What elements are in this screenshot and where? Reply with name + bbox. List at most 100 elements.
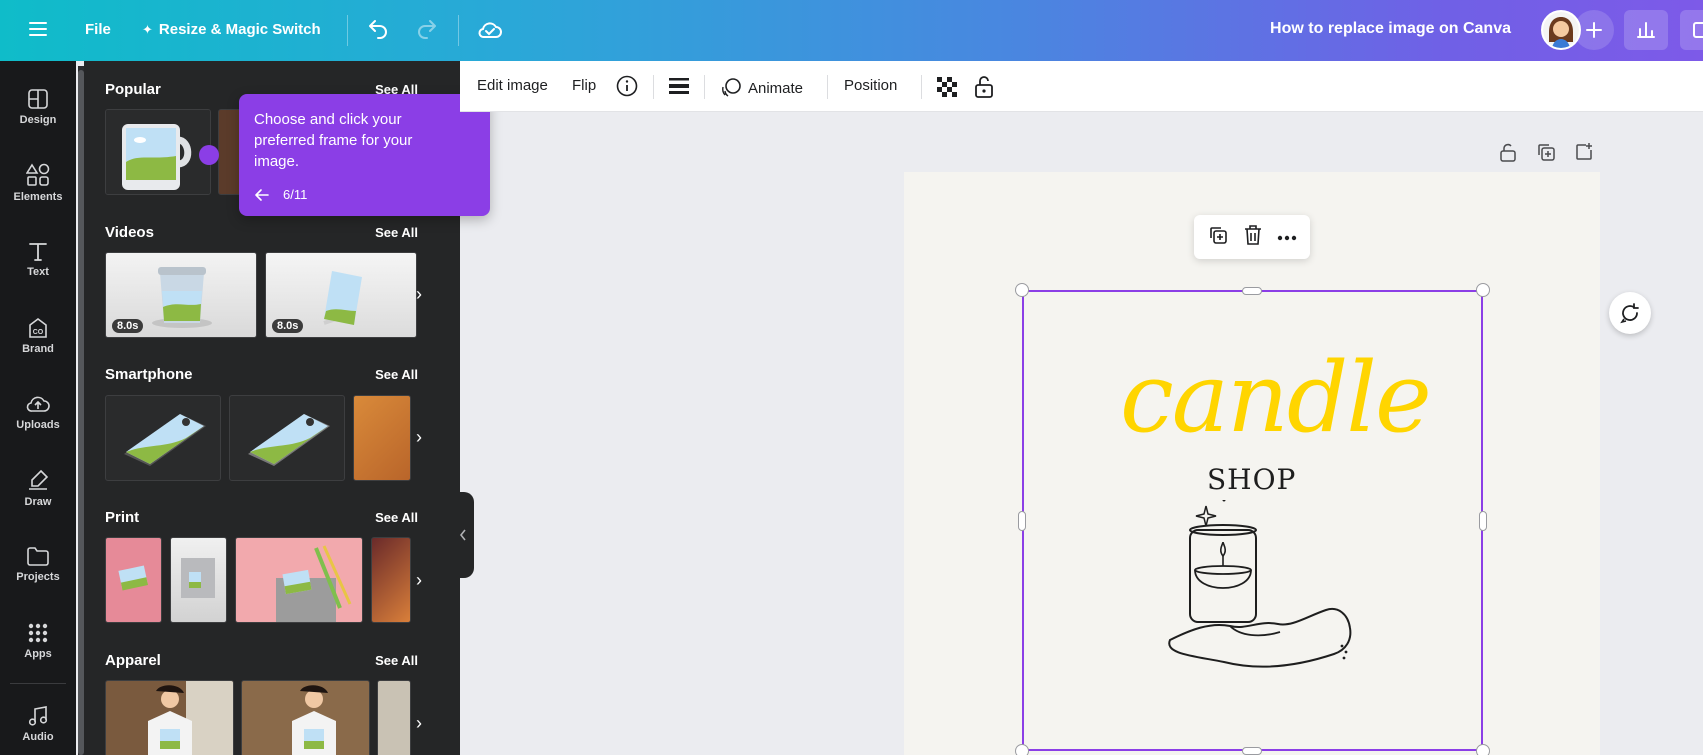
rail-label: Draw [24,496,52,508]
duplicate-icon[interactable] [1207,224,1229,251]
apparel-mockup-thumbnail-1[interactable] [105,680,234,755]
add-page-icon[interactable] [1574,142,1594,167]
chevron-right-icon[interactable]: › [410,279,428,309]
context-toolbar: Edit image Flip Animate Position [460,61,1703,112]
rail-label: Design [19,114,57,126]
rail-item-apps[interactable]: Apps [0,606,76,676]
print-mockup-thumbnail-3[interactable] [235,537,363,623]
apparel-mockup-thumbnail-3[interactable] [377,680,411,755]
resize-handle-bottom[interactable] [1242,747,1262,755]
text-icon [29,243,47,261]
undo-icon[interactable] [366,18,390,42]
comment-refresh-icon [1620,303,1639,324]
tooltip-text: Choose and click your preferred frame fo… [254,111,413,170]
more-options-icon[interactable] [1277,228,1297,246]
divider [704,75,705,99]
resize-handle-bottom-left[interactable] [1015,744,1029,755]
duplicate-page-icon[interactable] [1536,142,1556,167]
animate-button[interactable]: Animate [720,77,803,99]
element-floating-toolbar [1194,215,1310,259]
divider [921,75,922,99]
selected-frame[interactable] [1022,290,1483,751]
see-all-apparel[interactable]: See All [375,653,418,668]
rail-item-uploads[interactable]: Uploads [0,377,76,447]
print-mockup-thumbnail-2[interactable] [170,537,227,623]
see-all-smartphone[interactable]: See All [375,367,418,382]
arrow-left-icon[interactable] [255,188,269,201]
projects-icon [27,547,49,566]
transparency-icon[interactable] [937,77,957,97]
divider [347,15,348,46]
see-all-print[interactable]: See All [375,510,418,525]
resize-handle-right[interactable] [1479,511,1487,531]
resize-handle-left[interactable] [1018,511,1026,531]
resize-handle-top-right[interactable] [1476,283,1490,297]
print-mockup-thumbnail-4[interactable] [371,537,411,623]
divider [653,75,654,99]
cloud-saved-icon[interactable] [477,18,503,42]
rail-item-elements[interactable]: Elements [0,148,76,218]
section-title-print: Print [105,509,140,526]
phone-stand-video-thumbnail[interactable]: 8.0s [265,252,417,338]
redo-icon[interactable] [415,18,439,42]
add-collaborator-icon[interactable] [1574,10,1614,50]
resize-handle-top-left[interactable] [1015,283,1029,297]
resize-magic-switch-button[interactable]: ✦ Resize & Magic Switch [142,21,321,38]
chevron-right-icon[interactable]: › [410,422,428,452]
smartphone-mockup-thumbnail-1[interactable] [105,395,221,481]
insights-icon[interactable] [1624,10,1668,50]
edit-image-button[interactable]: Edit image [477,77,548,94]
apps-icon [28,623,48,643]
tumbler-video-thumbnail[interactable]: 8.0s [105,252,257,338]
duration-badge: 8.0s [272,319,304,333]
animate-icon [722,78,741,97]
resize-handle-bottom-right[interactable] [1476,744,1490,755]
tooltip-anchor-dot [199,145,219,165]
rail-item-brand[interactable]: CO Brand [0,301,76,371]
info-icon[interactable] [616,75,638,97]
section-title-videos: Videos [105,224,154,241]
resize-handle-top[interactable] [1242,287,1262,295]
uploads-icon [26,396,50,412]
smartphone-mockup-thumbnail-3[interactable] [353,395,411,481]
lock-icon[interactable] [974,75,994,99]
print-mockup-thumbnail-1[interactable] [105,537,162,623]
onboarding-tooltip: Choose and click your preferred frame fo… [239,94,490,216]
rail-item-projects[interactable]: Projects [0,529,76,599]
rail-item-audio[interactable]: Audio [0,689,76,755]
draw-icon [29,469,49,490]
chevron-left-icon [459,529,466,541]
apparel-mockup-thumbnail-2[interactable] [241,680,370,755]
rail-item-draw[interactable]: Draw [0,453,76,523]
divider [458,15,459,46]
chevron-right-icon[interactable]: › [410,708,428,738]
tooltip-step-counter: 6/11 [283,187,308,202]
brand-icon: CO [29,318,47,338]
collapse-panel-button[interactable] [452,492,474,578]
top-bar: File ✦ Resize & Magic Switch How to repl… [0,0,1703,61]
document-title[interactable]: How to replace image on Canva [1270,20,1511,38]
page-actions [1498,142,1594,167]
mug-mockup-thumbnail[interactable] [105,109,211,195]
position-button[interactable]: Position [844,77,897,94]
menu-icon[interactable] [28,19,48,39]
rail-label: Uploads [16,419,60,431]
animate-label: Animate [748,79,804,97]
border-style-icon[interactable] [669,77,689,95]
svg-text:CO: CO [33,329,44,336]
share-panel-icon[interactable] [1680,10,1703,50]
see-all-videos[interactable]: See All [375,225,418,240]
rail-item-design[interactable]: Design [0,72,76,142]
design-icon [28,89,48,109]
rail-label: Audio [22,731,54,743]
unlock-page-icon[interactable] [1498,142,1518,167]
section-title-apparel: Apparel [105,652,161,669]
chevron-right-icon[interactable]: › [410,565,428,595]
add-comment-button[interactable] [1609,292,1651,334]
smartphone-mockup-thumbnail-2[interactable] [229,395,345,481]
section-title-popular: Popular [105,81,161,98]
file-menu[interactable]: File [85,21,111,38]
delete-icon[interactable] [1243,224,1263,251]
rail-item-text[interactable]: Text [0,224,76,294]
flip-button[interactable]: Flip [572,77,596,94]
